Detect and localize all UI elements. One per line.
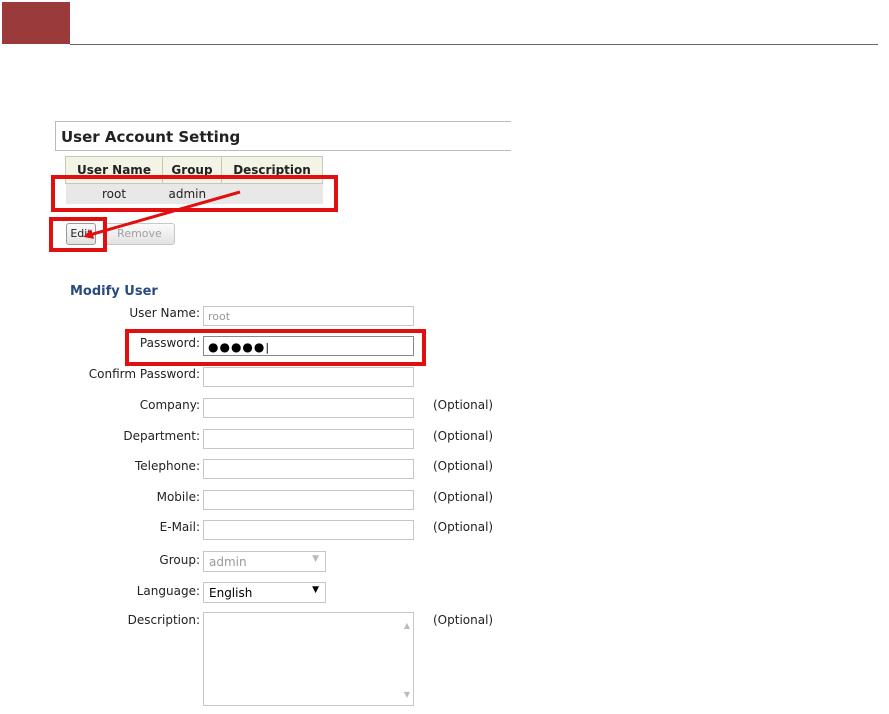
section-title: User Account Setting xyxy=(55,121,511,151)
email-optional-note: (Optional) xyxy=(433,520,494,534)
mobile-optional-note: (Optional) xyxy=(433,490,494,504)
company-label: Company: xyxy=(139,398,200,412)
description-textarea[interactable]: ▲ ▼ xyxy=(203,612,414,706)
description-optional-note: (Optional) xyxy=(433,613,494,627)
telephone-label: Telephone: xyxy=(135,459,200,473)
company-field[interactable] xyxy=(203,398,414,418)
modify-user-title: Modify User xyxy=(70,284,158,299)
header-color-block xyxy=(2,2,70,44)
description-label: Description: xyxy=(127,613,200,627)
department-optional-note: (Optional) xyxy=(433,429,494,443)
language-label: Language: xyxy=(136,584,200,598)
username-label: User Name: xyxy=(129,306,200,320)
group-select: admin ▼ xyxy=(203,551,326,572)
company-optional-note: (Optional) xyxy=(433,398,494,412)
mobile-label: Mobile: xyxy=(156,490,200,504)
header-rule xyxy=(70,44,878,45)
email-label: E-Mail: xyxy=(159,520,200,534)
mobile-field[interactable] xyxy=(203,490,414,510)
chevron-down-icon: ▼ xyxy=(312,554,319,564)
confirm-password-field[interactable] xyxy=(203,367,414,387)
group-label: Group: xyxy=(159,553,200,567)
email-field[interactable] xyxy=(203,520,414,540)
chevron-down-icon: ▼ xyxy=(312,585,319,595)
scroll-down-icon[interactable]: ▼ xyxy=(404,690,410,699)
username-field: root xyxy=(203,306,414,326)
telephone-field[interactable] xyxy=(203,459,414,479)
remove-button[interactable]: Remove xyxy=(104,223,175,245)
row-highlight-box xyxy=(51,175,338,212)
confirm-password-label: Confirm Password: xyxy=(88,367,200,381)
password-highlight-box xyxy=(125,329,426,366)
department-field[interactable] xyxy=(203,429,414,449)
edit-highlight-box xyxy=(49,217,107,252)
language-select[interactable]: English ▼ xyxy=(203,582,326,603)
telephone-optional-note: (Optional) xyxy=(433,459,494,473)
language-select-value: English xyxy=(209,586,253,600)
scroll-up-icon[interactable]: ▲ xyxy=(404,621,410,630)
username-value: root xyxy=(208,310,231,323)
department-label: Department: xyxy=(123,429,200,443)
group-select-value: admin xyxy=(209,555,247,569)
